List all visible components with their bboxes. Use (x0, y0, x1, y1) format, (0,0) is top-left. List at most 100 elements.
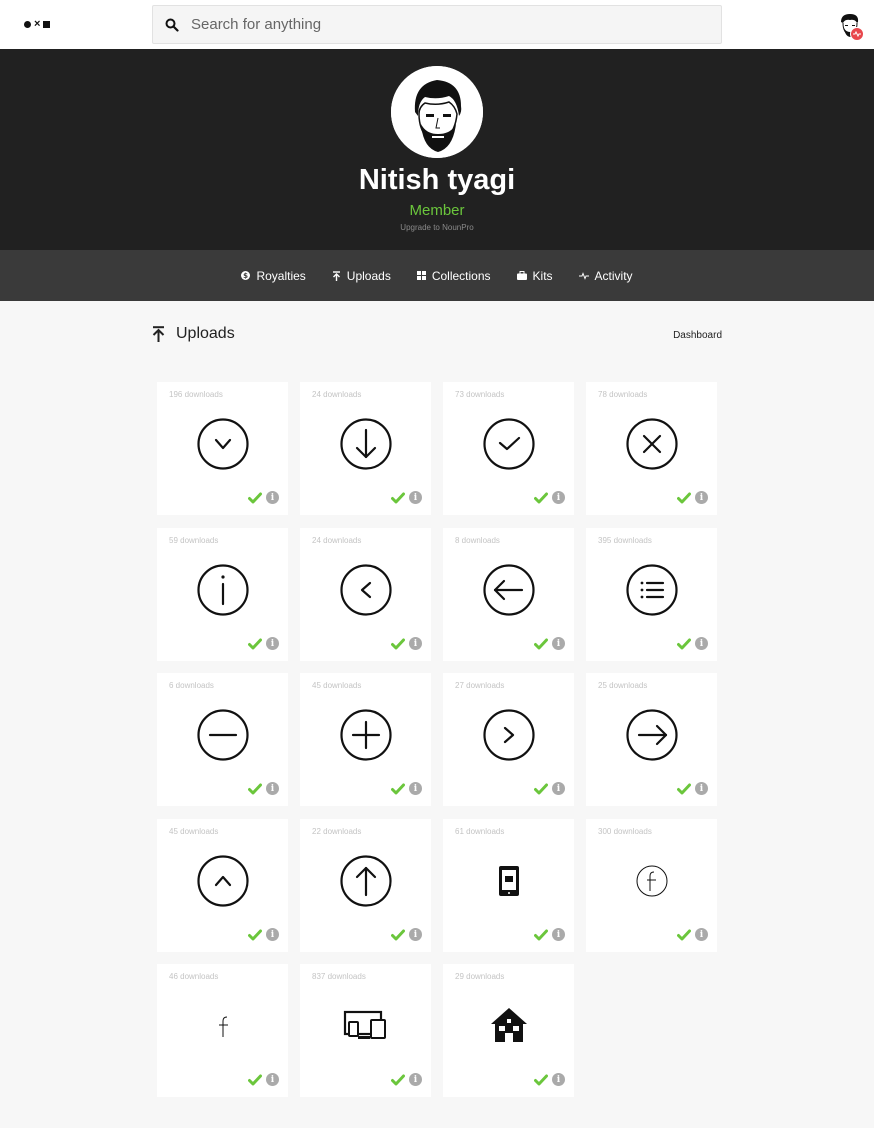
upload-card[interactable]: 78 downloads i (586, 382, 717, 515)
dashboard-link[interactable]: Dashboard (673, 330, 722, 341)
upload-card[interactable]: 61 downloads i (443, 819, 574, 952)
circle-plus-icon[interactable] (340, 709, 392, 761)
upload-card[interactable]: 45 downloads i (157, 819, 288, 952)
download-count: 24 downloads (312, 536, 362, 545)
download-count: 22 downloads (312, 827, 362, 836)
download-count: 45 downloads (169, 827, 219, 836)
tab-kits[interactable]: Kits (504, 250, 566, 301)
approved-check-icon (391, 637, 405, 655)
download-count: 59 downloads (169, 536, 219, 545)
circle-info-icon[interactable] (197, 564, 249, 616)
upload-card[interactable]: 45 downloads i (300, 673, 431, 806)
tab-collections[interactable]: Collections (404, 250, 504, 301)
info-icon[interactable]: i (409, 491, 422, 504)
download-count: 46 downloads (169, 972, 219, 981)
info-icon[interactable]: i (266, 637, 279, 650)
info-icon[interactable]: i (552, 782, 565, 795)
upload-card[interactable]: 24 downloads i (300, 382, 431, 515)
info-icon[interactable]: i (552, 1073, 565, 1086)
approved-check-icon (534, 782, 548, 800)
upload-card[interactable]: 300 downloads i (586, 819, 717, 952)
info-icon[interactable]: i (409, 928, 422, 941)
activity-badge[interactable] (850, 27, 864, 41)
circle-close-icon[interactable] (626, 418, 678, 470)
upload-card[interactable]: 25 downloads i (586, 673, 717, 806)
approved-check-icon (677, 491, 691, 509)
circle-arrow-down-icon[interactable] (340, 418, 392, 470)
download-count: 78 downloads (598, 390, 648, 399)
info-icon[interactable]: i (266, 491, 279, 504)
tab-label: Uploads (346, 268, 391, 283)
upload-card[interactable]: 837 downloads i (300, 964, 431, 1097)
circle-arrow-up-icon[interactable] (340, 855, 392, 907)
upgrade-link[interactable]: Upgrade to NounPro (0, 223, 874, 232)
info-icon[interactable]: i (409, 637, 422, 650)
download-count: 61 downloads (455, 827, 505, 836)
house-icon[interactable] (483, 1000, 535, 1052)
download-count: 6 downloads (169, 681, 214, 690)
approved-check-icon (248, 782, 262, 800)
upload-card[interactable]: 46 downloads i (157, 964, 288, 1097)
approved-check-icon (248, 491, 262, 509)
circle-chevron-up-icon[interactable] (197, 855, 249, 907)
download-count: 29 downloads (455, 972, 505, 981)
circle-chevron-right-icon[interactable] (483, 709, 535, 761)
upload-card[interactable]: 8 downloads i (443, 528, 574, 661)
noun-project-logo[interactable]: × (24, 18, 51, 30)
devices-icon[interactable] (340, 1000, 392, 1052)
tab-label: Kits (532, 268, 553, 283)
tab-activity[interactable]: Activity (566, 250, 646, 301)
info-icon[interactable]: i (266, 782, 279, 795)
upload-card[interactable]: 6 downloads i (157, 673, 288, 806)
circle-facebook-icon[interactable] (626, 855, 678, 907)
circle-minus-icon[interactable] (197, 709, 249, 761)
info-icon[interactable]: i (695, 928, 708, 941)
approved-check-icon (534, 491, 548, 509)
tab-label: Activity (594, 268, 633, 283)
download-count: 27 downloads (455, 681, 505, 690)
upload-card[interactable]: 24 downloads i (300, 528, 431, 661)
upload-card[interactable]: 27 downloads i (443, 673, 574, 806)
info-icon[interactable]: i (695, 782, 708, 795)
search-icon (153, 6, 191, 43)
briefcase-icon (516, 271, 527, 280)
upload-card[interactable]: 395 downloads i (586, 528, 717, 661)
download-count: 837 downloads (312, 972, 366, 981)
upload-card[interactable]: 22 downloads i (300, 819, 431, 952)
approved-check-icon (391, 491, 405, 509)
approved-check-icon (677, 782, 691, 800)
upload-card[interactable]: 73 downloads i (443, 382, 574, 515)
info-icon[interactable]: i (266, 928, 279, 941)
info-icon[interactable]: i (409, 1073, 422, 1086)
info-icon[interactable]: i (552, 637, 565, 650)
circle-chevron-left-icon[interactable] (340, 564, 392, 616)
info-icon[interactable]: i (409, 782, 422, 795)
search-input[interactable] (191, 9, 691, 40)
download-count: 45 downloads (312, 681, 362, 690)
info-icon[interactable]: i (266, 1073, 279, 1086)
info-icon[interactable]: i (552, 491, 565, 504)
circle-arrow-left-icon[interactable] (483, 564, 535, 616)
approved-check-icon (248, 928, 262, 946)
upload-card[interactable]: 59 downloads i (157, 528, 288, 661)
info-icon[interactable]: i (695, 637, 708, 650)
profile-tabs: $ Royalties Uploads Collections Kits Act… (0, 250, 874, 301)
info-icon[interactable]: i (552, 928, 565, 941)
tablet-icon[interactable] (483, 855, 535, 907)
tab-uploads[interactable]: Uploads (319, 250, 404, 301)
section-title: Uploads (176, 325, 235, 342)
circle-chevron-down-icon[interactable] (197, 418, 249, 470)
upload-card[interactable]: 196 downloads i (157, 382, 288, 515)
info-icon[interactable]: i (695, 491, 708, 504)
membership-label: Member (409, 202, 465, 219)
tab-royalties[interactable]: $ Royalties (228, 250, 318, 301)
circle-arrow-right-icon[interactable] (626, 709, 678, 761)
facebook-icon[interactable] (197, 1000, 249, 1052)
download-count: 395 downloads (598, 536, 652, 545)
circle-list-icon[interactable] (626, 564, 678, 616)
upload-card[interactable]: 29 downloads i (443, 964, 574, 1097)
circle-check-icon[interactable] (483, 418, 535, 470)
search-bar[interactable] (152, 5, 722, 44)
tab-label: Royalties (256, 268, 306, 283)
approved-check-icon (534, 928, 548, 946)
